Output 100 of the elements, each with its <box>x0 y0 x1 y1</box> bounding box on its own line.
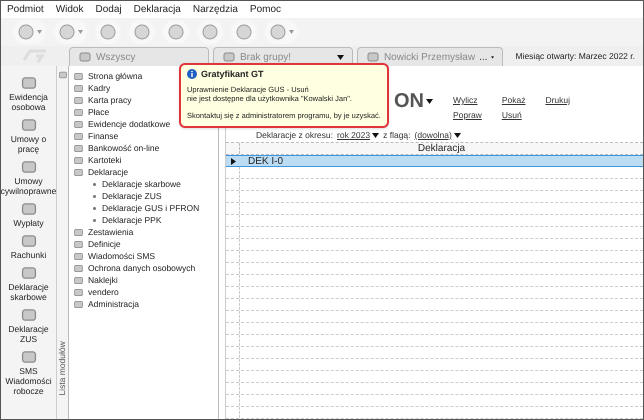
group-tab[interactable]: Nowicki Przemysław ... <box>356 47 504 66</box>
toolbar-button[interactable] <box>13 20 46 44</box>
action-link[interactable]: Popraw <box>453 108 482 122</box>
tool-icon <box>167 23 185 41</box>
module-icon <box>73 166 84 178</box>
bullet-icon <box>93 182 96 186</box>
toolbar-button[interactable] <box>265 20 298 44</box>
module-icon <box>73 118 84 130</box>
period-label: Deklaracje z okresu: <box>256 128 334 142</box>
tool-icon <box>269 23 287 41</box>
toolbar-button[interactable] <box>197 20 223 44</box>
module-icon <box>20 200 38 218</box>
caret-icon <box>454 132 461 138</box>
caret-icon <box>491 54 494 60</box>
toolbar-button[interactable] <box>95 20 121 44</box>
toolbar-button[interactable] <box>129 20 155 44</box>
bullet-icon <box>93 206 96 210</box>
toolbar-button[interactable] <box>231 20 257 44</box>
menu-item[interactable]: Narzędzia <box>192 2 238 17</box>
module-icon <box>20 116 38 134</box>
caret-icon <box>426 98 433 104</box>
module-icon <box>73 142 84 154</box>
module-icon <box>73 70 84 82</box>
sidebar-item[interactable]: Wypłaty <box>1 200 56 228</box>
modules-label: Lista modułów <box>56 341 68 396</box>
module-icon <box>73 238 84 250</box>
module-item[interactable]: Zestawienia <box>73 226 218 238</box>
period-dropdown[interactable]: rok 2023 <box>337 128 380 142</box>
sidebar-item[interactable]: Deklaracje ZUS <box>1 306 56 344</box>
module-icon <box>20 158 38 176</box>
module-icon <box>20 306 38 324</box>
module-icon <box>73 82 84 94</box>
sidebar-item[interactable]: SMS Wiadomości robocze <box>1 348 56 396</box>
module-item[interactable]: Definicje <box>73 238 218 250</box>
caret-icon <box>289 30 294 34</box>
module-item[interactable]: Wiadomości SMS <box>73 250 218 262</box>
menu-item[interactable]: Pomoc <box>250 2 282 17</box>
tool-icon <box>133 23 151 41</box>
module-item[interactable]: Kartoteki <box>73 154 218 166</box>
menu-item[interactable]: Podmiot <box>7 2 44 17</box>
module-subitem[interactable]: Deklaracje GUS i PFRON <box>73 202 218 214</box>
module-item[interactable]: Deklaracje <box>73 166 218 178</box>
table-cell-text: DEK I-0 <box>247 154 284 168</box>
menu-item[interactable]: Dodaj <box>95 2 122 17</box>
module-title: ON <box>394 90 433 112</box>
module-icon <box>20 74 38 92</box>
sidebar-item[interactable]: Ewidencja osobowa <box>1 74 56 112</box>
module-item[interactable]: Administracja <box>73 298 218 310</box>
module-icon <box>73 298 84 310</box>
flag-dropdown[interactable]: (dowolna) <box>414 128 461 142</box>
tooltip-title: Gratyfikant GT <box>201 70 264 78</box>
module-icon <box>73 250 84 262</box>
module-item[interactable]: vendero <box>73 286 218 298</box>
table-row[interactable]: DEK I-0 <box>226 155 643 167</box>
action-link[interactable]: Wylicz <box>453 94 482 107</box>
menu-item[interactable]: Widok <box>56 2 84 17</box>
caret-icon <box>37 30 42 34</box>
action-link[interactable]: Drukuj <box>545 94 570 107</box>
sidebar-item[interactable]: Deklaracje skarbowe <box>1 264 56 302</box>
bullet-icon <box>93 218 96 222</box>
toolbar-button[interactable] <box>54 20 87 44</box>
more-text: ... <box>479 50 488 64</box>
sidebar-item[interactable]: Umowy o pracę <box>1 116 56 154</box>
sidebar-item[interactable]: Rachunki <box>1 232 56 260</box>
module-subitem[interactable]: Deklaracje skarbowe <box>73 178 218 190</box>
tool-icon <box>201 23 219 41</box>
open-month-label: Miesiąc otwarty: Marzec 2022 r. <box>514 50 636 62</box>
menu-item[interactable]: Deklaracja <box>134 2 181 17</box>
caret-icon <box>336 54 344 60</box>
toolbar-button[interactable] <box>163 20 189 44</box>
tool-icon <box>99 23 117 41</box>
module-icon <box>20 232 38 250</box>
info-icon <box>187 69 197 79</box>
caret-icon <box>78 30 83 34</box>
module-icon <box>73 154 84 166</box>
tool-icon <box>58 23 76 41</box>
caret-icon <box>372 132 380 138</box>
bullet-icon <box>93 194 96 198</box>
module-subitem[interactable]: Deklaracje ZUS <box>73 190 218 202</box>
module-icon <box>73 226 84 238</box>
module-item[interactable]: Ochrona danych osobowych <box>73 262 218 274</box>
module-item[interactable]: Finanse <box>73 130 218 142</box>
flag-label: z flagą: <box>383 128 411 142</box>
module-icon <box>20 348 38 366</box>
row-pointer-icon <box>230 158 236 164</box>
module-icon <box>73 106 84 118</box>
tool-icon <box>17 23 35 41</box>
module-icon <box>73 274 84 286</box>
module-subitem[interactable]: Deklaracje PPK <box>73 214 218 226</box>
module-icon <box>73 130 84 142</box>
module-item[interactable]: Naklejki <box>73 274 218 286</box>
sidebar-item[interactable]: Umowy cywilnoprawne <box>1 158 56 196</box>
action-link[interactable]: Pokaż <box>502 94 526 107</box>
module-icon <box>73 262 84 274</box>
tool-icon <box>235 23 253 41</box>
module-item[interactable]: Bankowość on-line <box>73 142 218 154</box>
module-icon <box>73 286 84 298</box>
module-icon <box>73 94 84 106</box>
action-link[interactable]: Usuń <box>502 108 526 122</box>
module-icon <box>20 264 38 282</box>
